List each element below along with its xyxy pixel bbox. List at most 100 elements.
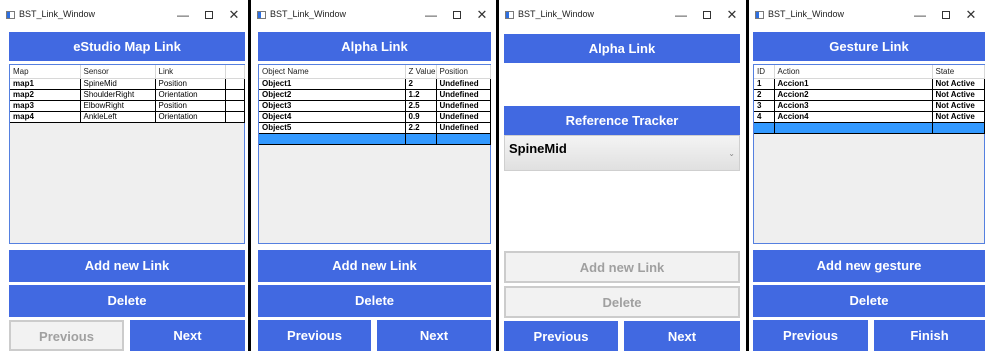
cell-z-value[interactable]: 2	[405, 78, 437, 90]
cell-new-position[interactable]	[436, 133, 491, 145]
column-header-action[interactable]: Action	[774, 65, 933, 79]
previous-button[interactable]: Previous	[504, 321, 618, 351]
cell-action[interactable]: Accion3	[774, 100, 933, 112]
cell-action[interactable]: Accion1	[774, 78, 933, 90]
cell-id[interactable]: 4	[754, 111, 775, 123]
new-row[interactable]	[754, 121, 985, 134]
cell-position[interactable]: Undefined	[436, 100, 491, 112]
add-new-link-button[interactable]: Add new Link	[258, 250, 491, 282]
table-row[interactable]: Object4 0.9 Undefined	[259, 111, 491, 123]
add-new-link-button[interactable]: Add new Link	[504, 251, 740, 283]
cell-link[interactable]: Orientation	[155, 111, 226, 123]
table-row[interactable]: Object3 2.5 Undefined	[259, 100, 491, 112]
cell-link[interactable]: Orientation	[155, 89, 226, 101]
new-row[interactable]	[259, 132, 491, 145]
cell-position[interactable]: Undefined	[436, 78, 491, 90]
cell-sensor[interactable]: AnkleLeft	[80, 111, 156, 123]
column-header-id[interactable]: ID	[754, 65, 775, 79]
cell-map[interactable]: map1	[10, 78, 81, 90]
cell-map[interactable]: map4	[10, 111, 81, 123]
table-row[interactable]: map1 SpineMid Position	[10, 78, 245, 90]
minimize-button[interactable]: —	[670, 6, 692, 24]
table-row[interactable]: Object5 2.2 Undefined	[259, 122, 491, 134]
cell-z-value[interactable]: 2.5	[405, 100, 437, 112]
minimize-button[interactable]: —	[909, 6, 931, 24]
delete-button[interactable]: Delete	[753, 285, 985, 317]
column-header-z-value[interactable]: Z Value	[405, 65, 437, 79]
table-row[interactable]: 2 Accion2 Not Active	[754, 89, 985, 101]
next-button[interactable]: Next	[377, 320, 491, 351]
cell-object-name[interactable]: Object5	[259, 122, 406, 134]
cell-object-name[interactable]: Object3	[259, 100, 406, 112]
cell-position[interactable]: Undefined	[436, 89, 491, 101]
close-button[interactable]: ✕	[223, 6, 245, 24]
cell-position[interactable]: Undefined	[436, 111, 491, 123]
cell-id[interactable]: 3	[754, 100, 775, 112]
close-button[interactable]: ✕	[721, 6, 743, 24]
table-row[interactable]: 3 Accion3 Not Active	[754, 100, 985, 112]
table-row[interactable]: 1 Accion1 Not Active	[754, 78, 985, 90]
cell-sensor[interactable]: ShoulderRight	[80, 89, 156, 101]
column-header-state[interactable]: State	[932, 65, 985, 79]
add-new-link-button[interactable]: Add new Link	[9, 250, 245, 282]
maximize-button[interactable]	[198, 6, 220, 24]
cell-z-value[interactable]: 1.2	[405, 89, 437, 101]
delete-button[interactable]: Delete	[258, 285, 491, 317]
gesture-link-grid[interactable]: ID Action State 1 Accion1 Not Active 2 A…	[753, 64, 985, 244]
cell-sensor[interactable]: ElbowRight	[80, 100, 156, 112]
previous-button[interactable]: Previous	[753, 320, 868, 351]
cell-new-z-value-selected[interactable]	[404, 132, 437, 145]
cell-z-value[interactable]: 0.9	[405, 111, 437, 123]
map-link-grid[interactable]: Map Sensor Link map1 SpineMid Position m…	[9, 64, 245, 244]
delete-button[interactable]: Delete	[9, 285, 245, 317]
cell-sensor[interactable]: SpineMid	[80, 78, 156, 90]
delete-button[interactable]: Delete	[504, 286, 740, 318]
minimize-button[interactable]: —	[420, 6, 442, 24]
column-header-sensor[interactable]: Sensor	[80, 65, 156, 79]
cell-state[interactable]: Not Active	[932, 78, 985, 90]
column-header-object-name[interactable]: Object Name	[259, 65, 406, 79]
close-button[interactable]: ✕	[471, 6, 493, 24]
cell-action[interactable]: Accion2	[774, 89, 933, 101]
cell-state[interactable]: Not Active	[932, 89, 985, 101]
cell-new-object-name[interactable]	[259, 133, 406, 145]
table-row[interactable]: 4 Accion4 Not Active	[754, 111, 985, 123]
next-button[interactable]: Next	[624, 321, 740, 351]
cell-z-value[interactable]: 2.2	[405, 122, 437, 134]
cell-link[interactable]: Position	[155, 100, 226, 112]
table-row[interactable]: map2 ShoulderRight Orientation	[10, 89, 245, 101]
column-header-link[interactable]: Link	[155, 65, 226, 79]
table-row[interactable]: Object1 2 Undefined	[259, 78, 491, 90]
cell-state[interactable]: Not Active	[932, 111, 985, 123]
previous-button[interactable]: Previous	[258, 320, 371, 351]
cell-action[interactable]: Accion4	[774, 111, 933, 123]
maximize-button[interactable]	[696, 6, 718, 24]
cell-link[interactable]: Position	[155, 78, 226, 90]
cell-state[interactable]: Not Active	[932, 100, 985, 112]
cell-new-state[interactable]	[932, 122, 985, 134]
cell-map[interactable]: map3	[10, 100, 81, 112]
finish-button[interactable]: Finish	[874, 320, 985, 351]
maximize-button[interactable]	[935, 6, 957, 24]
alpha-link-grid[interactable]: Object Name Z Value Position Object1 2 U…	[258, 64, 491, 244]
cell-new-action-selected[interactable]	[773, 121, 933, 134]
cell-map[interactable]: map2	[10, 89, 81, 101]
column-header-map[interactable]: Map	[10, 65, 81, 79]
next-button[interactable]: Next	[130, 320, 245, 351]
column-header-position[interactable]: Position	[436, 65, 491, 79]
cell-id[interactable]: 1	[754, 78, 775, 90]
table-row[interactable]: map3 ElbowRight Position	[10, 100, 245, 112]
table-row[interactable]: Object2 1.2 Undefined	[259, 89, 491, 101]
maximize-button[interactable]	[446, 6, 468, 24]
close-button[interactable]: ✕	[960, 6, 982, 24]
previous-button[interactable]: Previous	[9, 320, 124, 351]
reference-tracker-dropdown[interactable]: SpineMid ⌄	[504, 135, 740, 171]
minimize-button[interactable]: —	[172, 6, 194, 24]
cell-object-name[interactable]: Object1	[259, 78, 406, 90]
cell-position[interactable]: Undefined	[436, 122, 491, 134]
cell-object-name[interactable]: Object2	[259, 89, 406, 101]
cell-id[interactable]: 2	[754, 89, 775, 101]
add-new-gesture-button[interactable]: Add new gesture	[753, 250, 985, 282]
cell-object-name[interactable]: Object4	[259, 111, 406, 123]
cell-new-id[interactable]	[754, 122, 775, 134]
